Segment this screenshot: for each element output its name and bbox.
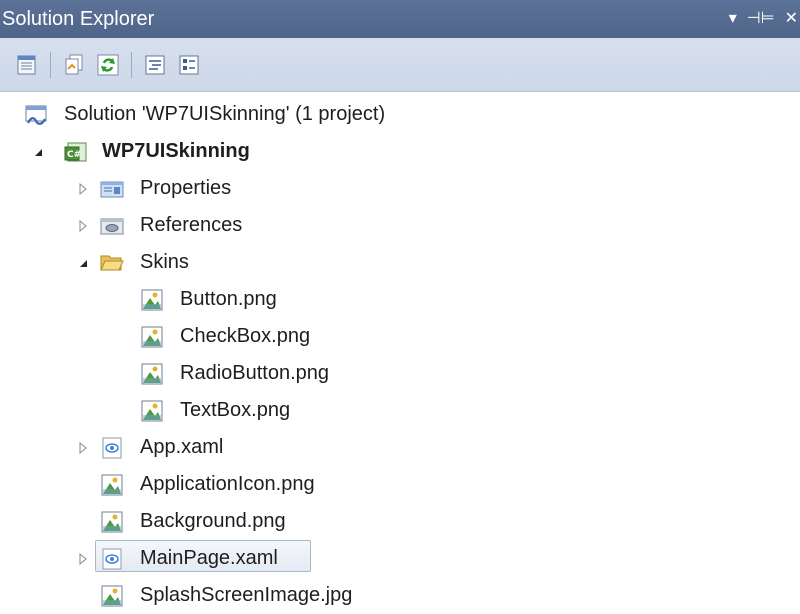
collapsed-arrow-icon[interactable]: [77, 552, 89, 565]
tree-node-label: Properties: [140, 177, 232, 199]
tree-node-label: ApplicationIcon.png: [140, 473, 315, 495]
pin-icon[interactable]: ⊣⊨: [747, 0, 775, 38]
view-designer-button[interactable]: [176, 52, 202, 78]
tree-node-properties[interactable]: Properties: [0, 170, 800, 207]
collapsed-arrow-icon[interactable]: [77, 182, 89, 195]
tree-node-file[interactable]: ApplicationIcon.png: [0, 466, 800, 503]
tree-node-file[interactable]: RadioButton.png: [0, 355, 800, 392]
svg-text:C#: C#: [67, 150, 81, 160]
refresh-icon: [97, 54, 119, 75]
image-file-icon: [141, 289, 163, 310]
tree-node-file[interactable]: TextBox.png: [0, 392, 800, 429]
tree-node-label: SplashScreenImage.jpg: [140, 584, 353, 606]
properties-icon: [17, 55, 36, 74]
expanded-arrow-icon[interactable]: [77, 257, 89, 269]
xaml-file-icon: [102, 437, 122, 458]
tree-node-label: References: [140, 214, 243, 236]
toolbar-separator: [131, 51, 132, 78]
dropdown-icon[interactable]: ▾: [729, 0, 737, 38]
tree-node-label: TextBox.png: [180, 399, 291, 421]
tree-node-label: WP7UISkinning: [102, 140, 250, 162]
refresh-button[interactable]: [95, 52, 121, 78]
image-file-icon: [141, 400, 163, 421]
tree-node-skins-folder[interactable]: Skins: [0, 244, 800, 281]
image-file-icon: [101, 474, 123, 495]
show-all-files-icon: [65, 54, 83, 74]
properties-button[interactable]: [14, 52, 40, 78]
image-file-icon: [141, 326, 163, 347]
tree-node-label: Background.png: [140, 510, 286, 532]
view-code-icon: [145, 55, 165, 74]
image-file-icon: [101, 511, 123, 532]
tree-node-file[interactable]: App.xaml: [0, 429, 800, 466]
view-designer-icon: [179, 55, 199, 74]
tree-node-file[interactable]: CheckBox.png: [0, 318, 800, 355]
collapsed-arrow-icon[interactable]: [77, 219, 89, 232]
image-file-icon: [141, 363, 163, 384]
solution-explorer-titlebar: Solution Explorer ▾ ⊣⊨ ✕: [0, 0, 800, 38]
folder-open-icon: [100, 255, 124, 270]
tree-node-label: MainPage.xaml: [140, 547, 278, 569]
solution-tree: Solution 'WP7UISkinning' (1 project) C# …: [0, 92, 800, 606]
toolbar-separator: [50, 51, 51, 78]
title-controls: ▾ ⊣⊨ ✕: [729, 0, 798, 38]
expanded-arrow-icon[interactable]: [32, 146, 44, 158]
tree-node-file[interactable]: Background.png: [0, 503, 800, 540]
solution-explorer-toolbar: [0, 38, 800, 92]
tree-node-label: Skins: [140, 251, 189, 273]
tree-node-label: CheckBox.png: [180, 325, 311, 347]
tree-node-file[interactable]: Button.png: [0, 281, 800, 318]
panel-title: Solution Explorer: [2, 8, 155, 30]
csharp-project-icon: C#: [64, 142, 87, 161]
tree-node-solution[interactable]: Solution 'WP7UISkinning' (1 project): [0, 96, 800, 133]
tree-node-references[interactable]: References: [0, 207, 800, 244]
references-icon: [100, 218, 124, 234]
tree-node-file[interactable]: MainPage.xaml: [0, 540, 800, 577]
tree-node-label: Solution 'WP7UISkinning' (1 project): [64, 103, 386, 125]
solution-icon: [25, 105, 47, 125]
tree-node-label: Button.png: [180, 288, 277, 310]
tree-node-project[interactable]: C# WP7UISkinning: [0, 133, 800, 170]
properties-folder-icon: [100, 181, 124, 197]
tree-node-label: RadioButton.png: [180, 362, 330, 384]
collapsed-arrow-icon[interactable]: [77, 441, 89, 454]
xaml-file-icon: [102, 548, 122, 569]
tree-node-file[interactable]: SplashScreenImage.jpg: [0, 577, 800, 614]
image-file-icon: [101, 585, 123, 606]
show-all-files-button[interactable]: [61, 52, 87, 78]
close-icon[interactable]: ✕: [785, 0, 798, 38]
view-code-button[interactable]: [142, 52, 168, 78]
tree-node-label: App.xaml: [140, 436, 224, 458]
